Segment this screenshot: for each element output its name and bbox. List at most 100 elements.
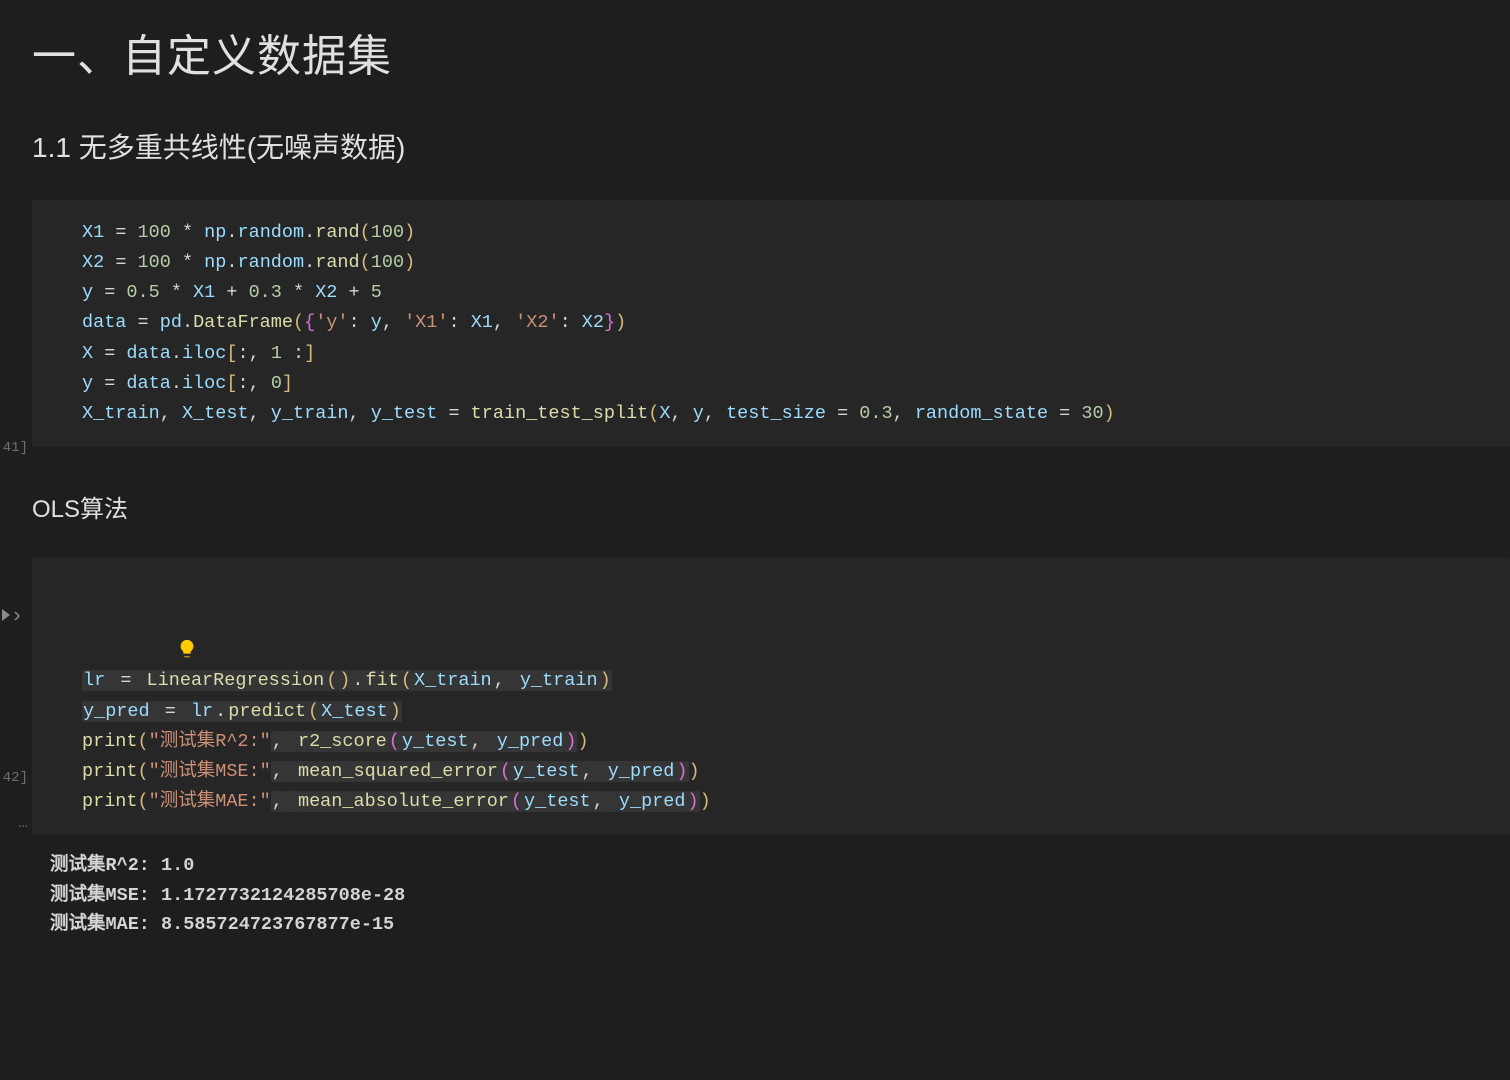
code-token: =: [826, 403, 859, 424]
code-token: 'y': [315, 312, 348, 333]
code-token: (: [138, 731, 149, 752]
code-token: .: [226, 222, 237, 243]
code-token: ): [577, 731, 588, 752]
code-cell-1[interactable]: X1 = 100 * np.random.rand(100)X2 = 100 *…: [32, 200, 1510, 447]
code-line[interactable]: print("测试集MSE:", mean_squared_error(y_te…: [82, 757, 1496, 787]
code-token: (: [138, 761, 149, 782]
code-token: ,: [271, 761, 284, 782]
code-token: (: [400, 670, 413, 691]
code-token: ,: [893, 403, 915, 424]
code-token: 100: [138, 222, 171, 243]
code-token: ): [686, 791, 699, 812]
cell-exec-count-2: 42]: [3, 770, 28, 786]
code-token: lr: [190, 701, 214, 722]
code-token: X2: [82, 252, 104, 273]
code-token: =: [437, 403, 470, 424]
code-token: X: [82, 343, 93, 364]
code-token: ,: [493, 670, 506, 691]
code-line[interactable]: X_train, X_test, y_train, y_test = train…: [82, 399, 1496, 429]
code-token: :: [349, 312, 371, 333]
code-token: print: [82, 731, 138, 752]
code-line[interactable]: X = data.iloc[:, 1 :]: [82, 339, 1496, 369]
code-line[interactable]: y = 0.5 * X1 + 0.3 * X2 + 5: [82, 278, 1496, 308]
code-token: y_train: [519, 670, 599, 691]
code-line[interactable]: X2 = 100 * np.random.rand(100): [82, 248, 1496, 278]
code-token: X2: [582, 312, 604, 333]
code-line[interactable]: y_pred = lr.predict(X_test): [82, 697, 1496, 727]
code-cell-2[interactable]: lr = LinearRegression().fit(X_train, y_t…: [32, 558, 1510, 835]
output-line: 测试集MSE: 1.1727732124285708e-28: [50, 881, 1510, 911]
code-token: [605, 791, 618, 812]
code-token: data: [82, 312, 126, 333]
code-token: [284, 731, 297, 752]
notebook-page: 41] 42] … 一、自定义数据集 1.1 无多重共线性(无噪声数据) X1 …: [0, 0, 1510, 1080]
code-token: LinearRegression: [146, 670, 326, 691]
code-token: rand: [315, 252, 359, 273]
code-token: data: [126, 343, 170, 364]
code-token: y: [371, 312, 382, 333]
code-token: y: [82, 282, 93, 303]
output-marker: …: [18, 814, 28, 832]
code-token: [483, 731, 496, 752]
code-token: 30: [1081, 403, 1103, 424]
code-token: ): [689, 761, 700, 782]
code-token: y_test: [523, 791, 592, 812]
code-token: 0.3: [859, 403, 892, 424]
code-line[interactable]: data = pd.DataFrame({'y': y, 'X1': X1, '…: [82, 308, 1496, 338]
code-token: [132, 670, 145, 691]
code-token: =: [93, 343, 126, 364]
code-token: X_train: [82, 403, 160, 424]
code-line[interactable]: print("测试集R^2:", r2_score(y_test, y_pred…: [82, 727, 1496, 757]
code-token: y_test: [371, 403, 438, 424]
code-line[interactable]: print("测试集MAE:", mean_absolute_error(y_t…: [82, 787, 1496, 817]
heading-3: OLS算法: [32, 447, 1510, 524]
code-token: random: [237, 222, 304, 243]
code-token: [106, 670, 119, 691]
code-token: mean_absolute_error: [297, 791, 510, 812]
code-token: [: [226, 373, 237, 394]
code-token: ,: [704, 403, 726, 424]
code-token: [177, 701, 190, 722]
code-token: ): [404, 252, 415, 273]
code-token: [: [226, 343, 237, 364]
code-token: ): [1104, 403, 1115, 424]
output-line: 测试集MAE: 8.585724723767877e-15: [50, 910, 1510, 940]
code-token: ,: [382, 312, 404, 333]
code-token: random_state: [915, 403, 1048, 424]
code-token: ): [599, 670, 612, 691]
code-token: *: [171, 252, 204, 273]
run-cell-button[interactable]: [0, 606, 28, 624]
code-token: +: [337, 282, 370, 303]
code-token: X2: [315, 282, 337, 303]
code-token: "测试集R^2:": [149, 731, 271, 752]
code-token: y_test: [401, 731, 470, 752]
code-line[interactable]: y = data.iloc[:, 0]: [82, 369, 1496, 399]
code-token: ): [564, 731, 577, 752]
code-token: .: [304, 252, 315, 273]
cell-exec-count-1: 41]: [3, 440, 28, 456]
code-token: 'X2': [515, 312, 559, 333]
code-token: :: [560, 312, 582, 333]
code-token: *: [282, 282, 315, 303]
code-token: ,: [349, 403, 371, 424]
code-token: =: [119, 670, 132, 691]
code-line[interactable]: X1 = 100 * np.random.rand(100): [82, 218, 1496, 248]
code-token: y_pred: [496, 731, 565, 752]
code-token: y: [82, 373, 93, 394]
code-token: :: [282, 343, 304, 364]
code-token: 100: [371, 222, 404, 243]
code-token: ]: [304, 343, 315, 364]
code-token: (: [360, 252, 371, 273]
code-token: X_test: [182, 403, 249, 424]
code-token: .: [171, 343, 182, 364]
code-line[interactable]: lr = LinearRegression().fit(X_train, y_t…: [82, 666, 1496, 696]
code-token: np: [204, 222, 226, 243]
lightbulb-icon[interactable]: [87, 608, 109, 630]
code-token: =: [93, 373, 126, 394]
code-token: random: [237, 252, 304, 273]
code-token: DataFrame: [193, 312, 293, 333]
code-token: X1: [471, 312, 493, 333]
code-token: ,: [671, 403, 693, 424]
code-token: .: [171, 373, 182, 394]
code-token: ,: [249, 403, 271, 424]
